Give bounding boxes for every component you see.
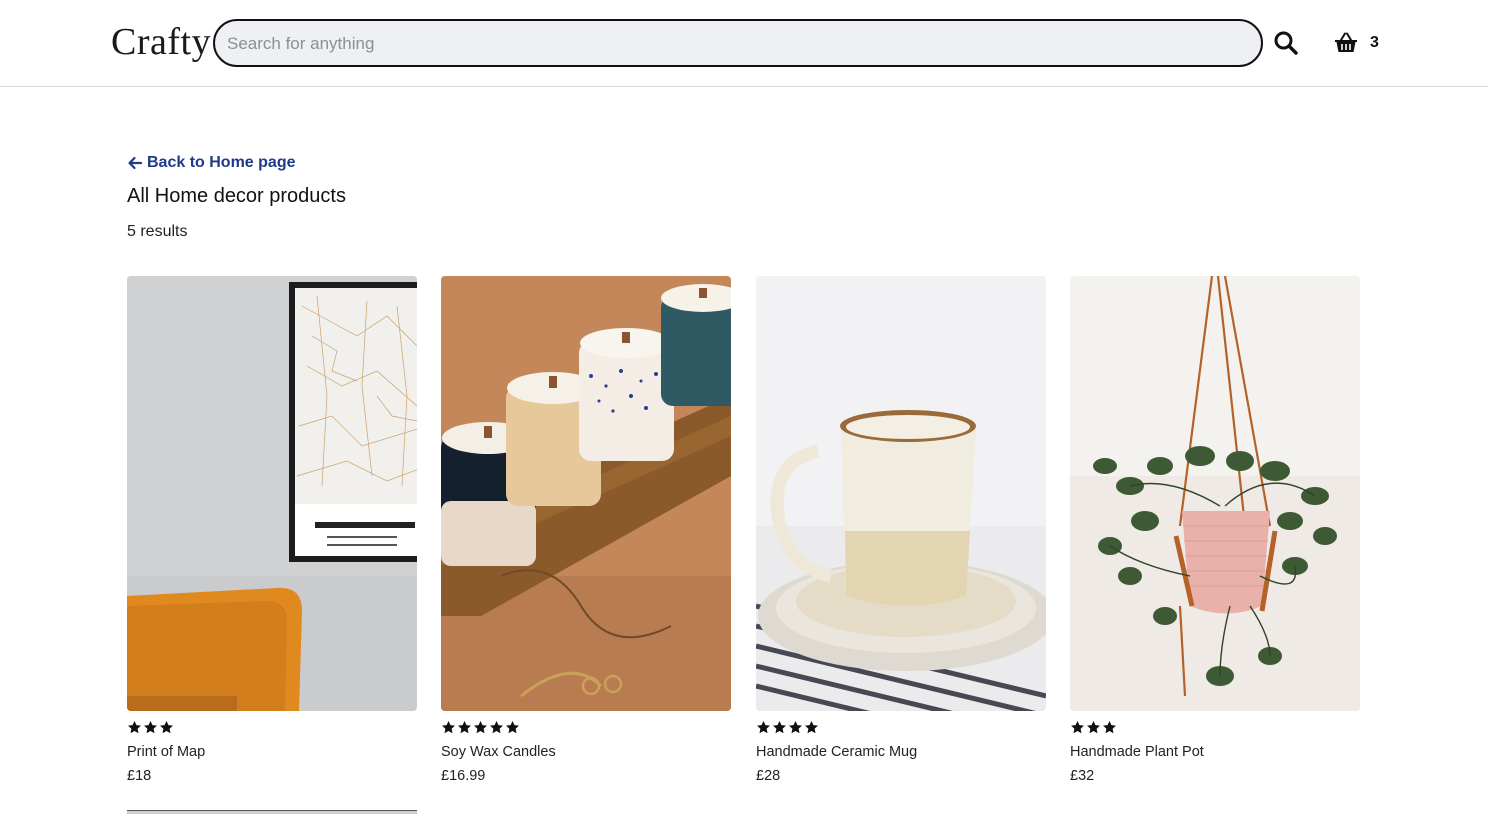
rating-stars <box>756 720 1046 736</box>
product-name[interactable]: Handmade Plant Pot <box>1070 744 1360 760</box>
star-icon <box>789 720 802 734</box>
star-icon <box>773 720 786 734</box>
product-card[interactable]: Print of Map £18 <box>127 276 417 784</box>
product-name[interactable]: Handmade Ceramic Mug <box>756 744 1046 760</box>
page-title: All Home decor products <box>127 185 346 207</box>
product-card[interactable]: Handmade Plant Pot £32 <box>1070 276 1360 784</box>
search-icon <box>1274 31 1298 55</box>
product-price: £16.99 <box>441 768 486 784</box>
rating-stars <box>441 720 731 736</box>
star-icon <box>490 720 503 734</box>
logo[interactable]: Crafty <box>111 20 211 64</box>
ceramic-mug-photo <box>756 276 1046 711</box>
next-product-card-edge <box>127 810 417 814</box>
star-icon <box>757 720 770 734</box>
product-card[interactable]: Handmade Ceramic Mug £28 <box>756 276 1046 784</box>
star-icon <box>474 720 487 734</box>
rating-stars <box>127 720 417 736</box>
search-button[interactable] <box>1272 29 1300 57</box>
result-count: 5 results <box>127 223 188 240</box>
product-price: £28 <box>756 768 781 784</box>
basket-count: 3 <box>1370 34 1379 51</box>
star-icon <box>1071 720 1084 734</box>
star-icon <box>128 720 141 734</box>
back-link-label: Back to Home page <box>147 154 296 171</box>
star-icon <box>442 720 455 734</box>
soy-wax-candles-photo <box>441 276 731 711</box>
search-bar[interactable] <box>213 19 1263 67</box>
product-price: £18 <box>127 768 152 784</box>
back-to-home-link[interactable]: Back to Home page <box>127 154 295 172</box>
site-header: Crafty 3 <box>0 0 1488 87</box>
product-card[interactable]: Soy Wax Candles £16.99 <box>441 276 731 784</box>
star-icon <box>160 720 173 734</box>
hanging-plant-pot-photo <box>1070 276 1360 711</box>
copenhagen-map-print-photo <box>127 276 417 711</box>
star-icon <box>506 720 519 734</box>
product-price: £32 <box>1070 768 1095 784</box>
arrow-left-icon <box>128 156 143 170</box>
search-input[interactable] <box>225 21 1249 67</box>
star-icon <box>458 720 471 734</box>
basket-icon <box>1335 32 1357 52</box>
star-icon <box>805 720 818 734</box>
product-name[interactable]: Soy Wax Candles <box>441 744 731 760</box>
star-icon <box>1087 720 1100 734</box>
product-name[interactable]: Print of Map <box>127 744 417 760</box>
basket-button[interactable]: 3 <box>1334 30 1379 56</box>
star-icon <box>1103 720 1116 734</box>
star-icon <box>144 720 157 734</box>
rating-stars <box>1070 720 1360 736</box>
